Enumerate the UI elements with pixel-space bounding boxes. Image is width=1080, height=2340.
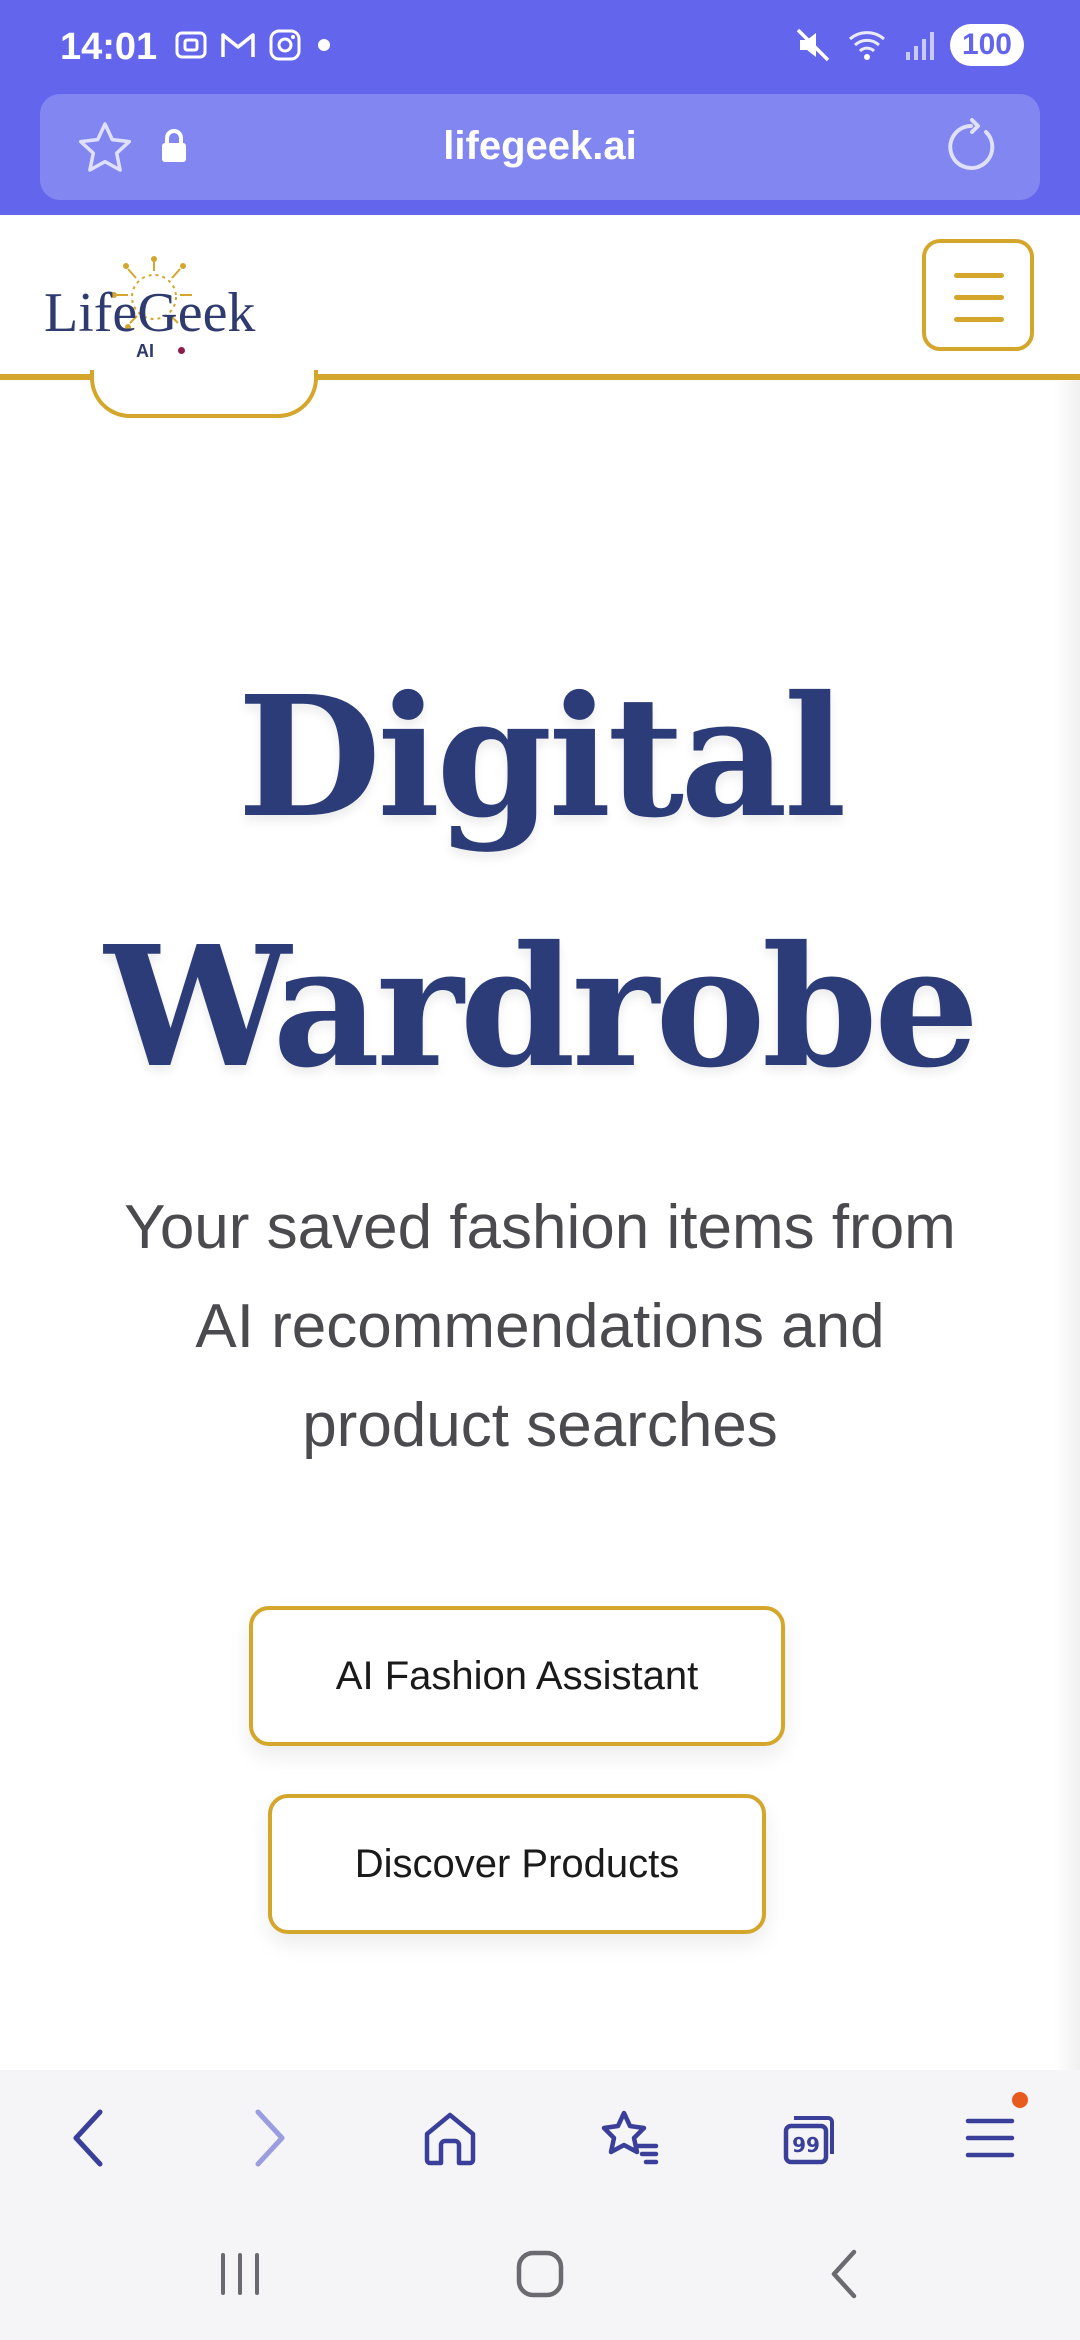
home-button[interactable] xyxy=(418,2106,482,2170)
discover-products-button[interactable]: Discover Products xyxy=(268,1794,766,1934)
partial-tab[interactable] xyxy=(90,370,318,418)
back-button[interactable] xyxy=(56,2106,120,2170)
reload-icon[interactable] xyxy=(942,118,1000,176)
tabs-button[interactable]: 99 xyxy=(778,2106,842,2170)
back-nav-button[interactable] xyxy=(814,2246,874,2302)
menu-notification-dot xyxy=(1012,2092,1028,2108)
hamburger-menu-button[interactable] xyxy=(922,239,1034,351)
status-time: 14:01 xyxy=(60,26,158,68)
back-chevron-icon xyxy=(831,2249,857,2299)
home-square-icon xyxy=(516,2250,564,2298)
logo-sub-text: AI xyxy=(136,341,154,361)
address-bar[interactable]: lifegeek.ai xyxy=(40,94,1040,200)
menu-icon xyxy=(965,2118,1015,2158)
svg-text:99: 99 xyxy=(792,2133,820,2157)
recent-apps-button[interactable] xyxy=(210,2246,270,2302)
home-nav-button[interactable] xyxy=(510,2246,570,2302)
gmail-icon xyxy=(221,33,255,57)
hero-subtitle: Your saved fashion items from AI recomme… xyxy=(124,1193,956,1460)
back-arrow-icon xyxy=(73,2109,103,2167)
lifegeek-logo[interactable]: LifeGeek AI xyxy=(44,251,274,361)
bookmarks-star-icon xyxy=(601,2110,659,2165)
url-text[interactable]: lifegeek.ai xyxy=(40,124,1040,169)
site-header: LifeGeek AI xyxy=(0,215,1080,380)
logo-dot xyxy=(178,347,185,354)
hero-title-line2: Wardrobe xyxy=(104,910,980,1105)
hamburger-line xyxy=(954,273,1004,278)
system-navigation-bar xyxy=(0,2200,1080,2340)
hero-title-line1: Digital xyxy=(237,660,846,855)
hamburger-line xyxy=(954,295,1004,300)
bookmarks-button[interactable] xyxy=(598,2106,662,2170)
status-bar: 14:01 100 xyxy=(0,0,1080,92)
forward-arrow-icon xyxy=(255,2109,285,2167)
logo-wordmark: LifeGeek xyxy=(44,282,256,344)
wifi-icon xyxy=(848,31,885,60)
instagram-icon xyxy=(269,29,301,61)
tabs-icon: 99 xyxy=(783,2116,834,2165)
browser-toolbar: 99 xyxy=(0,2070,1080,2200)
mute-icon xyxy=(796,28,830,62)
browser-chrome: 14:01 100 lifegeek.ai xyxy=(0,0,1080,215)
forward-button[interactable] xyxy=(238,2106,302,2170)
signal-icon xyxy=(905,32,934,60)
more-notifications-dot-icon xyxy=(318,39,330,51)
recent-apps-icon xyxy=(221,2253,259,2295)
system-icons: 100 xyxy=(794,24,1024,66)
browser-menu-button[interactable] xyxy=(958,2092,1028,2170)
hamburger-line xyxy=(954,317,1004,322)
notification-icons xyxy=(174,28,334,62)
page-edge-shadow xyxy=(1054,380,1080,2070)
home-icon xyxy=(424,2112,476,2166)
battery-indicator: 100 xyxy=(949,24,1024,66)
ai-fashion-assistant-button[interactable]: AI Fashion Assistant xyxy=(249,1606,785,1746)
screenshot-icon xyxy=(175,31,207,59)
